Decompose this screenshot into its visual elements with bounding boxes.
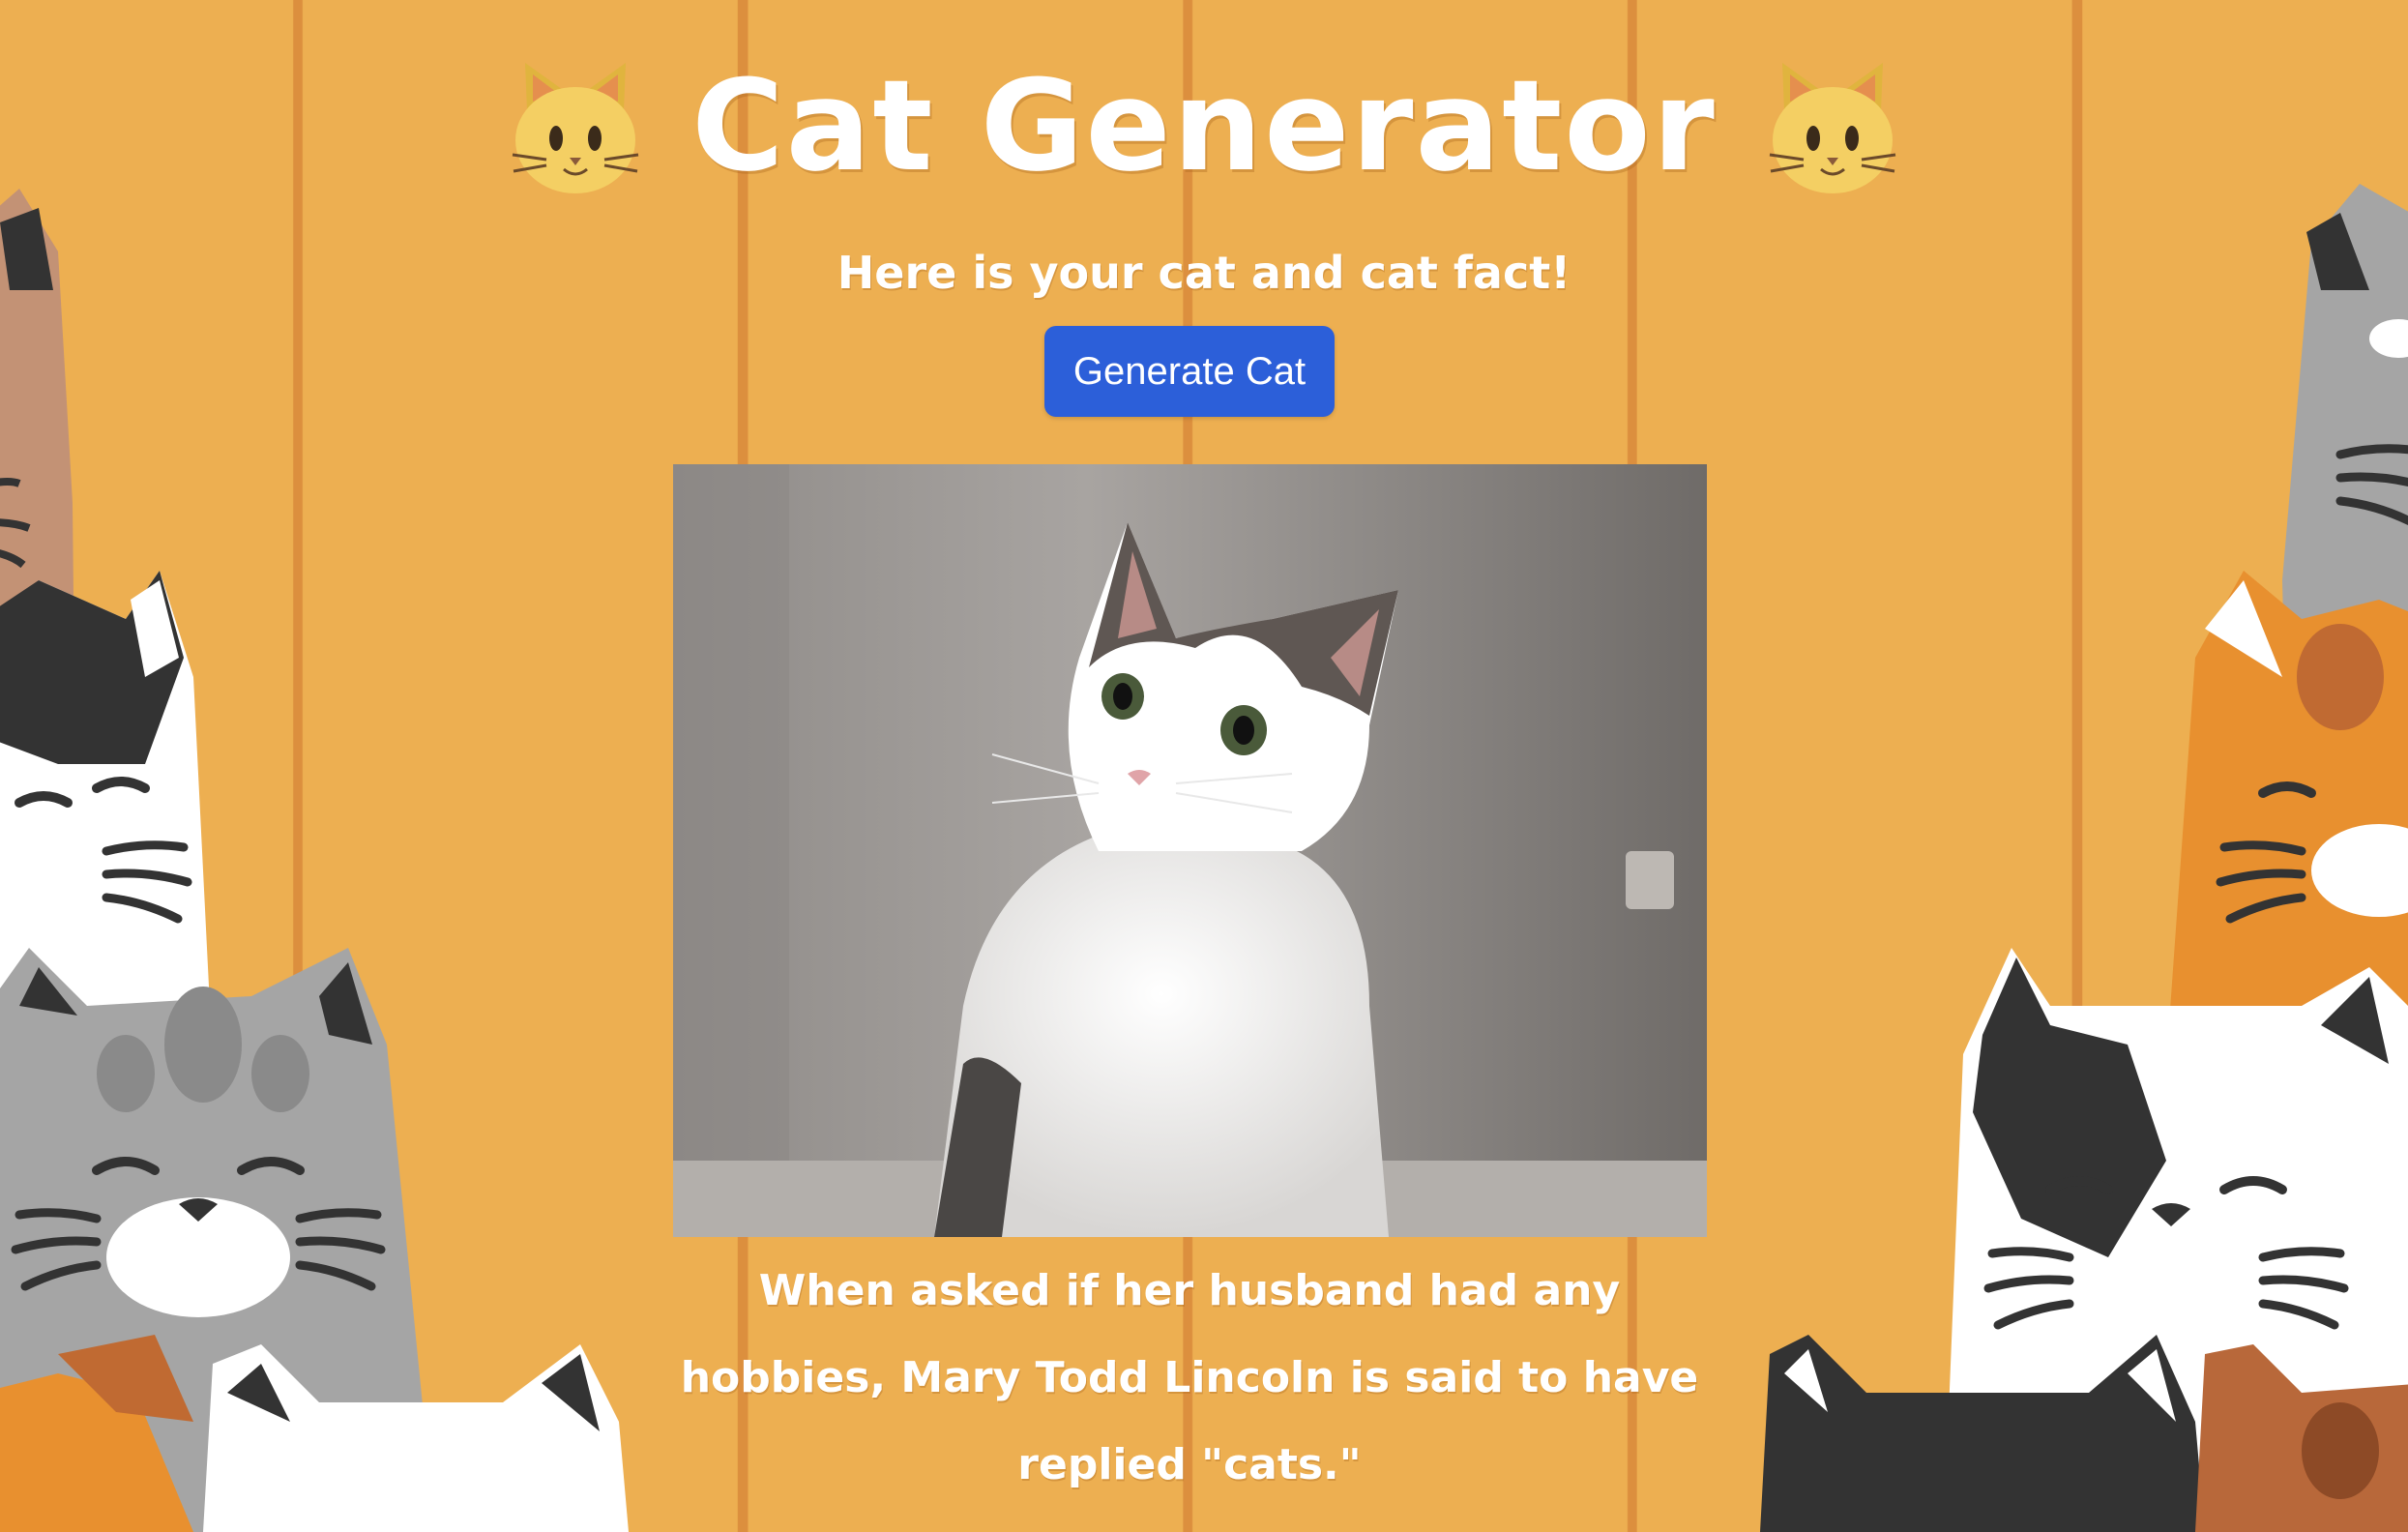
subtitle: Here is your cat and cat fact!: [837, 247, 1571, 299]
cat-face-icon: [513, 63, 639, 193]
cat-face-icon: [1769, 63, 1895, 193]
generate-cat-button[interactable]: Generate Cat: [1044, 326, 1335, 417]
cat-photo: [673, 464, 1707, 1237]
cat-fact-text: When asked if her husband had any hobbie…: [680, 1266, 1699, 1489]
page-title: Cat Generator: [0, 39, 2408, 213]
title-text: Cat Generator: [691, 52, 1717, 199]
